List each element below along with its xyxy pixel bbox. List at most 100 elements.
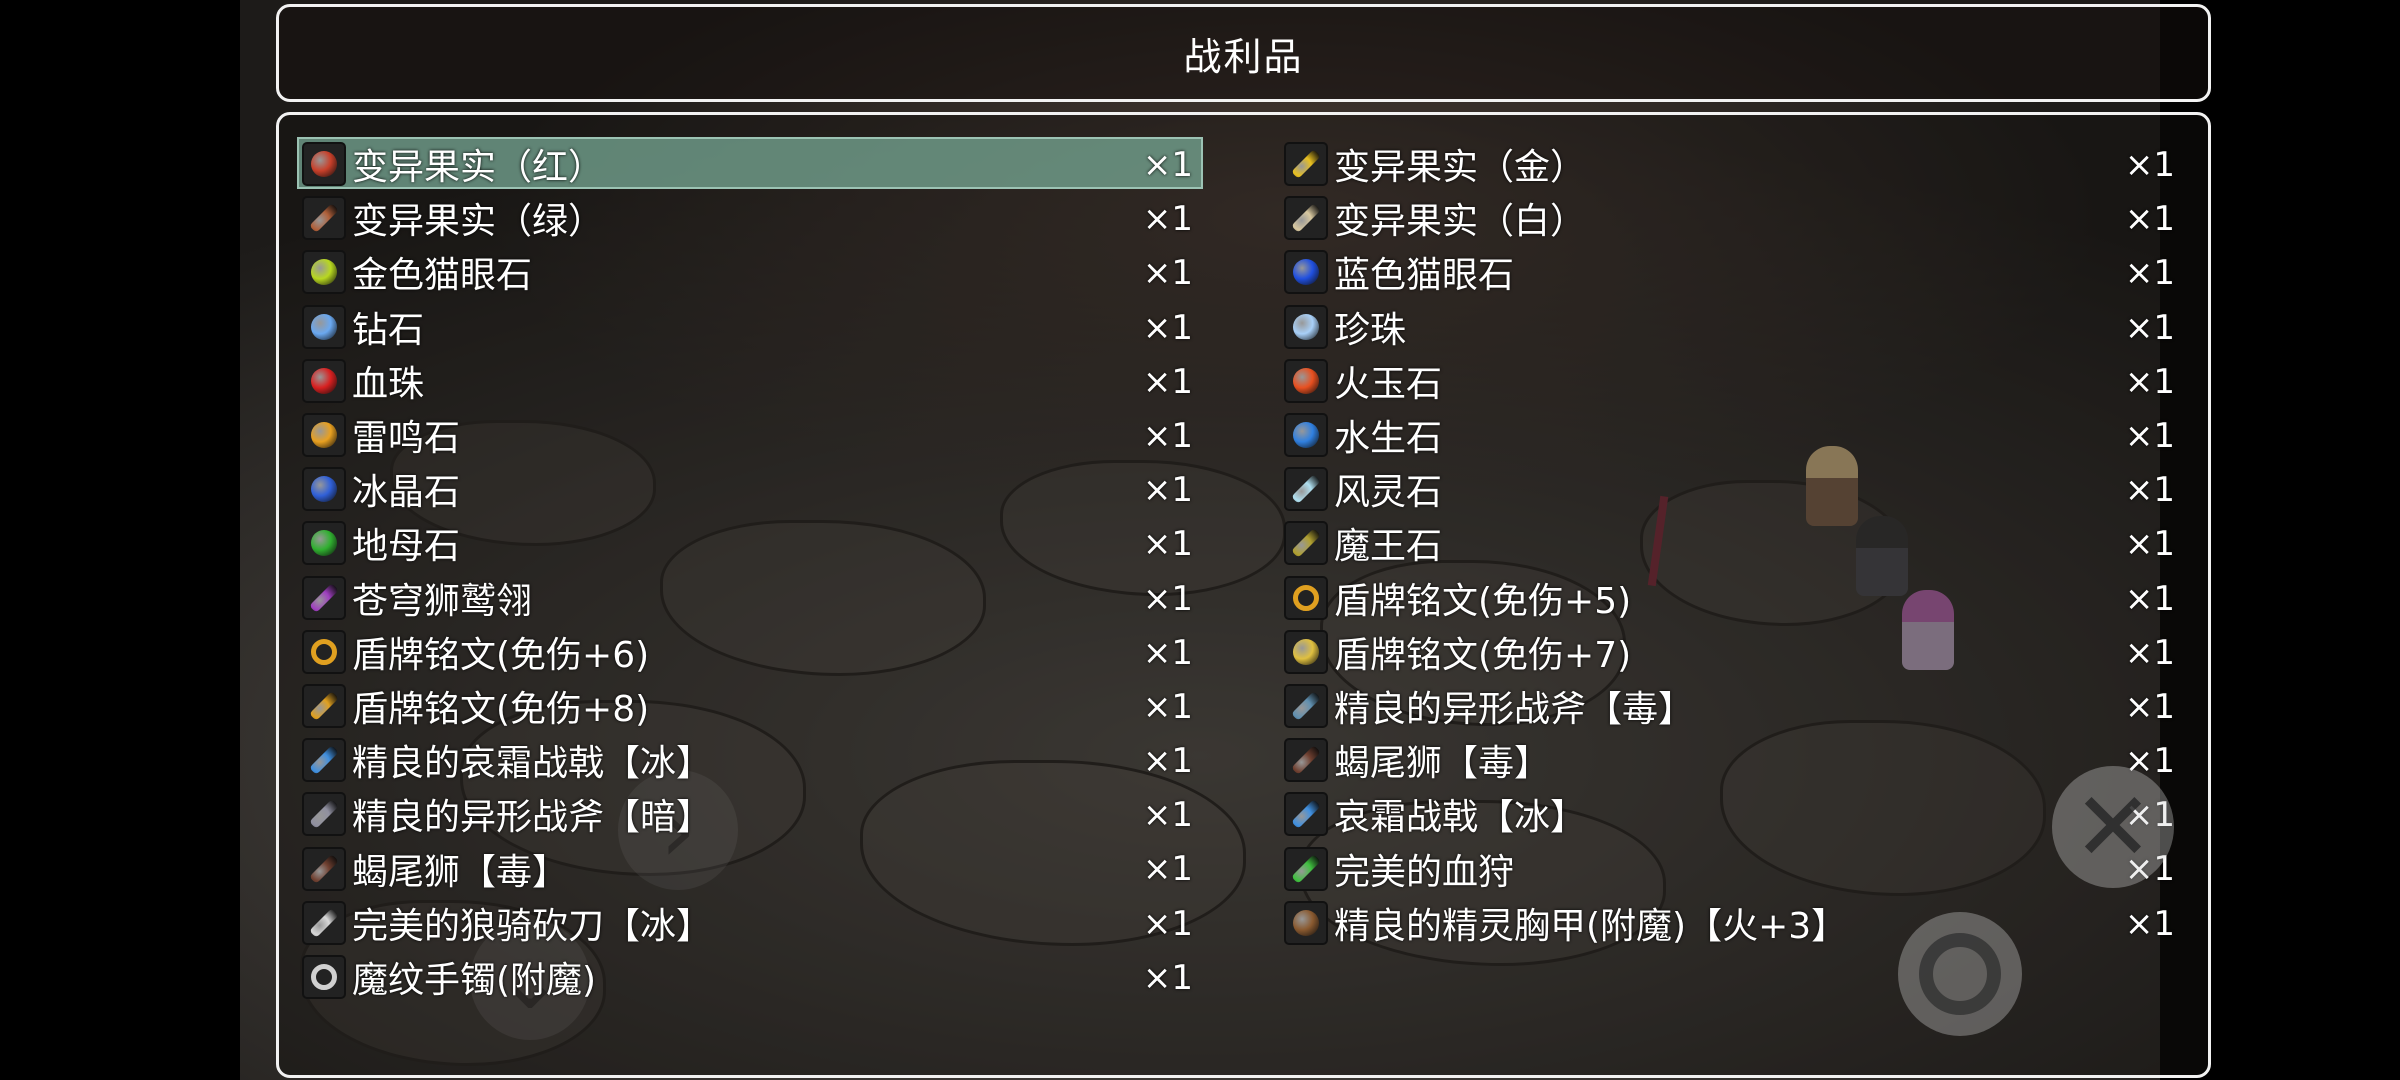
loot-item[interactable]: 蝎尾狮【毒】 ×1: [1281, 733, 2181, 787]
loot-item-name: 哀霜战戟【冰】: [1334, 797, 1587, 839]
loot-item-name: 火玉石: [1334, 363, 1443, 405]
loot-item-name: 完美的狼骑砍刀【冰】: [352, 905, 713, 947]
loot-item[interactable]: 风灵石 ×1: [1281, 462, 2181, 516]
loot-item-name: 魔纹手镯(附魔): [352, 959, 597, 1001]
loot-item[interactable]: 完美的狼骑砍刀【冰】 ×1: [299, 896, 1199, 950]
loot-item[interactable]: 盾牌铭文(免伤+5) ×1: [1281, 571, 2181, 625]
loot-item-quantity: ×1: [1142, 470, 1193, 511]
loot-item[interactable]: 精良的异形战斧【毒】 ×1: [1281, 679, 2181, 733]
loot-item[interactable]: 地母石 ×1: [299, 516, 1199, 570]
wind-stone-icon: [1284, 467, 1328, 512]
axe-icon: [1284, 683, 1328, 728]
loot-item[interactable]: 盾牌铭文(免伤+6) ×1: [299, 625, 1199, 679]
loot-item-quantity: ×1: [2124, 145, 2175, 185]
rune-icon: [1284, 629, 1328, 674]
loot-item-quantity: ×1: [1142, 903, 1193, 944]
loot-item-name: 雷鸣石: [352, 418, 461, 460]
axe-icon: [302, 792, 346, 837]
rune-icon: [302, 629, 346, 674]
loot-column-right: 变异果实（金） ×1 变异果实（白） ×1 蓝色猫眼石 ×1 珍珠 ×1 火玉石 ×1 水生石 ×1 风…: [1281, 137, 2181, 950]
loot-item-quantity: ×1: [2124, 686, 2175, 727]
loot-item[interactable]: 魔王石 ×1: [1281, 516, 2181, 570]
loot-item-name: 盾牌铭文(免伤+6): [352, 634, 650, 676]
bracelet-icon: [302, 954, 346, 999]
loot-item-name: 完美的血狩: [1334, 851, 1515, 893]
feather-icon: [302, 575, 346, 620]
close-button[interactable]: ✕: [2052, 766, 2174, 888]
loot-item-name: 变异果实（绿）: [352, 201, 605, 243]
gold-cats-eye-icon: [302, 250, 346, 295]
loot-item[interactable]: 哀霜战戟【冰】 ×1: [1281, 787, 2181, 841]
loot-item-quantity: ×1: [1142, 795, 1193, 836]
loot-item[interactable]: 变异果实（红） ×1: [297, 137, 1203, 191]
loot-item-name: 珍珠: [1334, 309, 1407, 351]
loot-item-name: 蝎尾狮【毒】: [1334, 743, 1551, 785]
loot-item-name: 变异果实（金）: [1334, 147, 1587, 189]
loot-item-quantity: ×1: [2124, 199, 2175, 240]
confirm-button[interactable]: [1898, 912, 2022, 1036]
thunder-stone-icon: [302, 413, 346, 458]
loot-item[interactable]: 苍穹狮鹫翎 ×1: [299, 571, 1199, 625]
loot-item[interactable]: 金色猫眼石 ×1: [299, 245, 1199, 299]
loot-item-quantity: ×1: [2124, 578, 2175, 619]
loot-item-name: 冰晶石: [352, 472, 461, 514]
loot-column-left: 变异果实（红） ×1 变异果实（绿） ×1 金色猫眼石 ×1 钻石 ×1 血珠 ×1 雷鸣石 ×1 冰晶…: [297, 137, 1203, 1004]
loot-item[interactable]: 变异果实（绿） ×1: [299, 191, 1199, 245]
white-fruit-icon: [1284, 196, 1328, 241]
rune-icon: [1284, 575, 1328, 620]
gold-fruit-icon: [1284, 142, 1328, 187]
armor-icon: [1284, 900, 1328, 945]
loot-item[interactable]: 变异果实（金） ×1: [1281, 137, 2181, 191]
loot-item-quantity: ×1: [1142, 957, 1193, 998]
loot-item[interactable]: 变异果实（白） ×1: [1281, 191, 2181, 245]
loot-item-quantity: ×1: [2124, 307, 2175, 348]
red-fruit-icon: [302, 142, 346, 187]
loot-item[interactable]: 珍珠 ×1: [1281, 300, 2181, 354]
loot-item[interactable]: 盾牌铭文(免伤+8) ×1: [299, 679, 1199, 733]
blood-pearl-icon: [302, 358, 346, 403]
loot-item-quantity: ×1: [2124, 524, 2175, 565]
loot-item[interactable]: 魔纹手镯(附魔) ×1: [299, 950, 1199, 1004]
loot-item-quantity: ×1: [2124, 253, 2175, 294]
loot-item-quantity: ×1: [2124, 415, 2175, 456]
loot-item[interactable]: 蓝色猫眼石 ×1: [1281, 245, 2181, 299]
loot-item-quantity: ×1: [1142, 253, 1193, 294]
blade-icon: [302, 900, 346, 945]
loot-item[interactable]: 蝎尾狮【毒】 ×1: [299, 841, 1199, 895]
loot-item[interactable]: 完美的血狩 ×1: [1281, 841, 2181, 895]
green-fruit-icon: [302, 196, 346, 241]
loot-item[interactable]: 火玉石 ×1: [1281, 354, 2181, 408]
title-window: 战利品: [276, 4, 2211, 102]
loot-item-name: 钻石: [352, 309, 425, 351]
halberd-icon: [1284, 792, 1328, 837]
loot-item-quantity: ×1: [2124, 470, 2175, 511]
loot-item[interactable]: 盾牌铭文(免伤+7) ×1: [1281, 625, 2181, 679]
loot-item-name: 精良的哀霜战戟【冰】: [352, 743, 713, 785]
loot-item[interactable]: 精良的精灵胸甲(附魔)【火+3】 ×1: [1281, 896, 2181, 950]
loot-item[interactable]: 水生石 ×1: [1281, 408, 2181, 462]
loot-item[interactable]: 精良的异形战斧【暗】 ×1: [299, 787, 1199, 841]
loot-item[interactable]: 精良的哀霜战戟【冰】 ×1: [299, 733, 1199, 787]
spear-icon: [302, 846, 346, 891]
loot-item-quantity: ×1: [1142, 415, 1193, 456]
loot-item-name: 变异果实（白）: [1334, 201, 1587, 243]
rune-icon: [302, 683, 346, 728]
fire-jade-icon: [1284, 358, 1328, 403]
loot-item[interactable]: 雷鸣石 ×1: [299, 408, 1199, 462]
loot-item-name: 苍穹狮鹫翎: [352, 580, 533, 622]
loot-item-name: 蓝色猫眼石: [1334, 255, 1515, 297]
loot-item[interactable]: 钻石 ×1: [299, 300, 1199, 354]
loot-item-name: 变异果实（红）: [352, 147, 605, 189]
loot-item-quantity: ×1: [1142, 741, 1193, 782]
loot-item-quantity: ×1: [2124, 361, 2175, 402]
pearl-icon: [1284, 304, 1328, 349]
loot-item-name: 盾牌铭文(免伤+5): [1334, 580, 1632, 622]
ice-crystal-icon: [302, 467, 346, 512]
loot-item-name: 精良的异形战斧【暗】: [352, 797, 713, 839]
loot-item[interactable]: 血珠 ×1: [299, 354, 1199, 408]
loot-item-quantity: ×1: [2124, 903, 2175, 944]
earth-stone-icon: [302, 521, 346, 566]
loot-item[interactable]: 冰晶石 ×1: [299, 462, 1199, 516]
loot-item-quantity: ×1: [1142, 686, 1193, 727]
loot-item-name: 水生石: [1334, 418, 1443, 460]
